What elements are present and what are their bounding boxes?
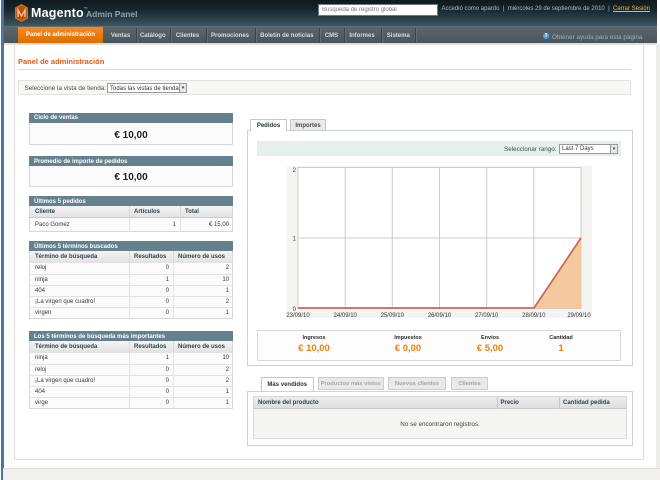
- svg-text:28/09/10: 28/09/10: [522, 313, 546, 319]
- svg-text:24/09/10: 24/09/10: [334, 313, 358, 319]
- svg-text:29/09/10: 29/09/10: [567, 313, 591, 319]
- svg-text:27/09/10: 27/09/10: [475, 313, 499, 319]
- svg-text:25/09/10: 25/09/10: [381, 313, 405, 319]
- svg-text:23/09/10: 23/09/10: [286, 313, 310, 319]
- svg-text:26/09/10: 26/09/10: [428, 313, 452, 319]
